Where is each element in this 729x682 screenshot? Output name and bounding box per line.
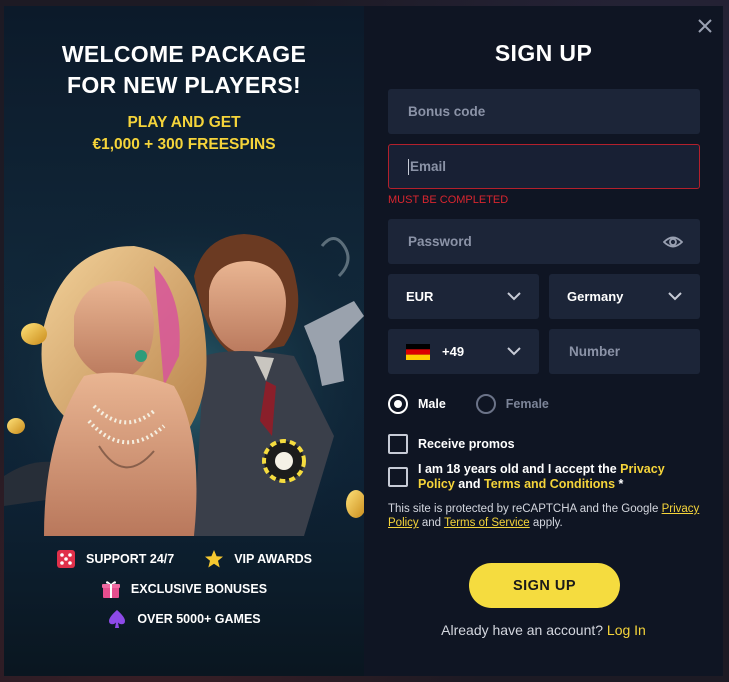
- terms-and: and: [454, 477, 484, 491]
- chevron-down-icon: [668, 292, 682, 301]
- close-button[interactable]: [695, 16, 715, 36]
- feature-bonuses: EXCLUSIVE BONUSES: [101, 579, 267, 599]
- bonus-code-placeholder: Bonus code: [408, 104, 486, 119]
- recaptcha-and: and: [418, 517, 445, 529]
- feature-vip-label: VIP AWARDS: [234, 552, 313, 566]
- star-icon: [205, 550, 224, 568]
- text-caret: [408, 158, 409, 175]
- terms-required-mark: *: [615, 477, 624, 491]
- terms-checkbox-row[interactable]: I am 18 years old and I accept the Priva…: [388, 462, 688, 492]
- close-icon: [698, 19, 712, 33]
- recaptcha-text: This site is protected by reCAPTCHA and …: [388, 503, 662, 515]
- feature-games: OVER 5000+ GAMES: [107, 609, 261, 629]
- gender-male-label: Male: [418, 397, 446, 411]
- promo-sub-line1: PLAY AND GET: [127, 114, 241, 131]
- gender-female-label: Female: [505, 397, 549, 411]
- signup-submit-button[interactable]: SIGN UP: [469, 563, 620, 608]
- feature-vip: VIP AWARDS: [204, 549, 312, 569]
- gender-radio-group: Male Female: [388, 394, 549, 414]
- gender-male-radio[interactable]: Male: [388, 394, 446, 414]
- login-prompt-text: Already have an account?: [441, 622, 607, 638]
- germany-flag-icon: [406, 343, 430, 360]
- google-terms-link[interactable]: Terms of Service: [444, 517, 530, 529]
- signup-panel: SIGN UP Bonus code Email MUST BE COMPLET…: [364, 6, 723, 676]
- dice-icon: [56, 550, 75, 568]
- eye-icon[interactable]: [663, 233, 683, 251]
- features-list: SUPPORT 24/7 VIP AWARDS EXCLUSIVE BONUSE…: [4, 544, 364, 634]
- email-input[interactable]: Email: [388, 144, 700, 189]
- phone-number-input[interactable]: Number: [549, 329, 700, 374]
- bonus-code-input[interactable]: Bonus code: [388, 89, 700, 134]
- phone-code-select[interactable]: +49: [388, 329, 539, 374]
- radio-selected-indicator: [388, 394, 408, 414]
- promo-sub-line2: €1,000 + 300 FREESPINS: [92, 136, 276, 153]
- promos-checkbox[interactable]: [388, 434, 408, 454]
- promo-title-line1: WELCOME PACKAGE: [61, 41, 307, 67]
- login-link[interactable]: Log In: [607, 622, 646, 638]
- chevron-down-icon: [507, 292, 521, 301]
- terms-label: I am 18 years old and I accept the Priva…: [418, 462, 688, 492]
- password-placeholder: Password: [408, 234, 472, 249]
- terms-checkbox[interactable]: [388, 467, 408, 487]
- promos-label: Receive promos: [418, 436, 515, 451]
- gender-female-radio[interactable]: Female: [475, 394, 549, 414]
- promo-title-line2: FOR NEW PLAYERS!: [67, 72, 301, 98]
- currency-select[interactable]: EUR: [388, 274, 539, 319]
- promo-panel: WELCOME PACKAGE FOR NEW PLAYERS! PLAY AN…: [4, 6, 364, 676]
- promo-title: WELCOME PACKAGE FOR NEW PLAYERS!: [4, 39, 364, 101]
- feature-bonuses-label: EXCLUSIVE BONUSES: [130, 582, 268, 596]
- terms-conditions-link[interactable]: Terms and Conditions: [484, 477, 615, 491]
- login-prompt: Already have an account? Log In: [364, 622, 723, 638]
- hero-illustration: [4, 206, 364, 536]
- promos-checkbox-row[interactable]: Receive promos: [388, 434, 515, 454]
- gift-icon: [101, 581, 120, 598]
- signup-title: SIGN UP: [494, 40, 593, 66]
- password-input[interactable]: Password: [388, 219, 700, 264]
- feature-support-label: SUPPORT 24/7: [85, 552, 175, 566]
- currency-value: EUR: [406, 289, 434, 304]
- spade-icon: [109, 610, 126, 628]
- country-value: Germany: [567, 289, 624, 304]
- phone-code-value: +49: [442, 344, 465, 359]
- promo-subtitle: PLAY AND GET €1,000 + 300 FREESPINS: [4, 112, 364, 156]
- email-error-message: MUST BE COMPLETED: [388, 194, 509, 206]
- recaptcha-notice: This site is protected by reCAPTCHA and …: [388, 502, 708, 530]
- terms-prefix: I am 18 years old and I accept the: [418, 462, 621, 476]
- signup-modal: WELCOME PACKAGE FOR NEW PLAYERS! PLAY AN…: [4, 6, 723, 676]
- country-select[interactable]: Germany: [549, 274, 700, 319]
- phone-number-placeholder: Number: [569, 344, 621, 359]
- radio-unselected-indicator: [475, 394, 496, 414]
- feature-support: SUPPORT 24/7: [56, 549, 174, 569]
- feature-games-label: OVER 5000+ GAMES: [137, 612, 261, 626]
- email-placeholder: Email: [410, 159, 447, 174]
- recaptcha-apply: apply.: [529, 517, 563, 529]
- chevron-down-icon: [507, 347, 521, 356]
